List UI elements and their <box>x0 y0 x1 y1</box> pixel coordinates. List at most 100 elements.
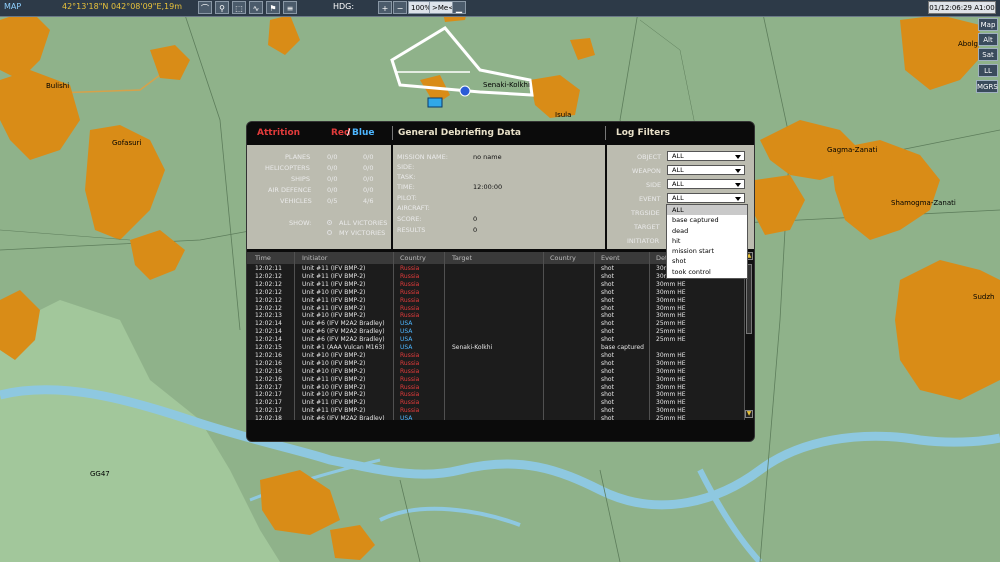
select-icon[interactable]: ⬚ <box>232 1 246 14</box>
event-option-hit[interactable]: hit <box>667 236 747 246</box>
col-country[interactable]: Country <box>400 254 426 262</box>
attrition-label: VEHICLES <box>280 197 312 205</box>
col-event[interactable]: Event <box>601 254 620 262</box>
initiator-cell: Unit #11 (IFV BMP-2) <box>302 407 366 415</box>
time-cell: 12:02:12 <box>255 288 282 296</box>
event-cell: shot <box>601 351 614 359</box>
event-option-base-captured[interactable]: base captured <box>667 215 747 225</box>
event-option-dead[interactable]: dead <box>667 226 747 236</box>
table-row[interactable]: 12:02:13 Unit #10 (IFV BMP-2) Russia shot 30… <box>247 312 744 320</box>
sat-mode-button[interactable]: Sat <box>978 48 998 61</box>
initiator-cell: Unit #11 (IFV BMP-2) <box>302 399 366 407</box>
table-row[interactable]: 12:02:14 Unit #6 (IFV M2A2 Bradley) USA sho… <box>247 336 744 344</box>
event-cell: shot <box>601 328 614 336</box>
weapon-filter-select[interactable]: ALL <box>667 165 745 175</box>
field-label: RESULTS <box>397 226 426 234</box>
my-victories-radio[interactable] <box>327 230 332 235</box>
attrition-red: 0/0 <box>327 186 338 194</box>
filter-trgside-label: TRGSIDE <box>631 209 660 217</box>
map-label-shamogma-zanati: Shamogma-Zanati <box>891 199 956 207</box>
country-cell: USA <box>400 328 413 336</box>
country-cell: Russia <box>400 272 420 280</box>
map-label-isula: Isula <box>555 111 572 119</box>
chevron-down-icon <box>735 155 741 159</box>
attrition-label: SHIPS <box>291 175 310 183</box>
table-row[interactable]: 12:02:14 Unit #6 (IFV M2A2 Bradley) USA sho… <box>247 328 744 336</box>
alt-mode-button[interactable]: Alt <box>978 33 998 46</box>
time-cell: 12:02:12 <box>255 280 282 288</box>
minimize-icon[interactable]: ▁ <box>452 1 466 14</box>
attrition-blue: 4/6 <box>363 197 374 205</box>
table-row[interactable]: 12:02:16 Unit #10 (IFV BMP-2) Russia shot 30… <box>247 352 744 360</box>
event-option-took-control[interactable]: took control <box>667 267 747 277</box>
mgrs-mode-button[interactable]: MGRS <box>976 80 998 93</box>
country-cell: Russia <box>400 288 420 296</box>
table-row[interactable]: 12:02:15 Unit #1 (AAA Vulcan M163) USA Sena… <box>247 344 744 352</box>
details-cell: 30mm HE <box>656 359 686 367</box>
table-row[interactable]: 12:02:12 Unit #10 (IFV BMP-2) Russia shot 30… <box>247 289 744 297</box>
scroll-down-icon[interactable]: ▼ <box>745 410 753 418</box>
col-time[interactable]: Time <box>255 254 271 262</box>
filter-event-label: EVENT <box>639 195 661 203</box>
debriefing-footer <box>247 420 754 441</box>
table-row[interactable]: 12:02:17 Unit #10 (IFV BMP-2) Russia shot 30… <box>247 384 744 392</box>
all-victories-label[interactable]: ALL VICTORIES <box>339 219 387 227</box>
country-cell: Russia <box>400 359 420 367</box>
initiator-cell: Unit #11 (IFV BMP-2) <box>302 280 366 288</box>
details-cell: 30mm HE <box>656 296 686 304</box>
measure-icon[interactable]: ⌒ <box>198 1 212 14</box>
time-cell: 12:02:13 <box>255 312 282 320</box>
details-cell: 25mm HE <box>656 320 686 328</box>
event-option-mission-start[interactable]: mission start <box>667 246 747 256</box>
table-row[interactable]: 12:02:16 Unit #10 (IFV BMP-2) Russia shot 30… <box>247 368 744 376</box>
event-option-shot[interactable]: shot <box>667 256 747 266</box>
zoom-in-button[interactable]: + <box>378 1 392 14</box>
tag-icon[interactable]: ≡ <box>283 1 297 14</box>
event-filter-select[interactable]: ALL <box>667 193 745 203</box>
table-row[interactable]: 12:02:17 Unit #11 (IFV BMP-2) Russia shot 30… <box>247 407 744 415</box>
col-target-country[interactable]: Country <box>550 254 576 262</box>
filter-side-label: SIDE <box>646 181 662 189</box>
table-row[interactable]: 12:02:17 Unit #10 (IFV BMP-2) Russia shot 30… <box>247 391 744 399</box>
table-row[interactable]: 12:02:16 Unit #10 (IFV BMP-2) Russia shot 30… <box>247 360 744 368</box>
filter-weapon-label: WEAPON <box>632 167 661 175</box>
flag-icon[interactable]: ⚑ <box>266 1 280 14</box>
initiator-cell: Unit #6 (IFV M2A2 Bradley) <box>302 336 385 344</box>
event-filter-options[interactable]: ALL base captured dead hit mission start… <box>666 204 748 279</box>
object-filter-select[interactable]: ALL <box>667 151 745 161</box>
chevron-down-icon <box>735 169 741 173</box>
country-cell: Russia <box>400 296 420 304</box>
time-cell: 12:02:15 <box>255 344 282 351</box>
table-row[interactable]: 12:02:12 Unit #11 (IFV BMP-2) Russia shot 30… <box>247 305 744 313</box>
map-mode-button[interactable]: Map <box>978 18 998 31</box>
details-cell: 30mm HE <box>656 288 686 296</box>
initiator-cell: Unit #10 (IFV BMP-2) <box>302 383 366 391</box>
col-target[interactable]: Target <box>452 254 472 262</box>
all-victories-radio[interactable] <box>327 220 332 225</box>
details-cell: 30mm HE <box>656 399 686 407</box>
time-cell: 12:02:17 <box>255 391 282 399</box>
table-row[interactable]: 12:02:12 Unit #11 (IFV BMP-2) Russia shot 30… <box>247 281 744 289</box>
route-icon[interactable]: ∿ <box>249 1 263 14</box>
details-cell: 25mm HE <box>656 328 686 336</box>
filter-initiator-label: INITIATOR <box>627 237 660 245</box>
table-row[interactable]: 12:02:16 Unit #11 (IFV BMP-2) Russia shot 30… <box>247 376 744 384</box>
field-label: SCORE: <box>397 215 422 223</box>
event-cell: shot <box>601 296 614 304</box>
col-initiator[interactable]: Initiator <box>302 254 327 262</box>
object-filter-value: ALL <box>672 152 684 160</box>
attrition-blue: 0/0 <box>363 186 374 194</box>
event-option-all[interactable]: ALL <box>667 205 747 216</box>
ll-mode-button[interactable]: LL <box>978 64 998 77</box>
table-row[interactable]: 12:02:17 Unit #11 (IFV BMP-2) Russia shot 30… <box>247 399 744 407</box>
field-label: TASK: <box>397 173 416 181</box>
table-row[interactable]: 12:02:12 Unit #11 (IFV BMP-2) Russia shot 30… <box>247 297 744 305</box>
zoom-in-icon[interactable]: ⚲ <box>215 1 229 14</box>
side-filter-select[interactable]: ALL <box>667 179 745 189</box>
table-row[interactable]: 12:02:14 Unit #6 (IFV M2A2 Bradley) USA sho… <box>247 320 744 328</box>
country-cell: Russia <box>400 280 420 288</box>
zoom-out-button[interactable]: − <box>393 1 407 14</box>
country-cell: Russia <box>400 367 420 375</box>
my-victories-label[interactable]: MY VICTORIES <box>339 229 385 237</box>
event-filter-value: ALL <box>672 194 684 202</box>
